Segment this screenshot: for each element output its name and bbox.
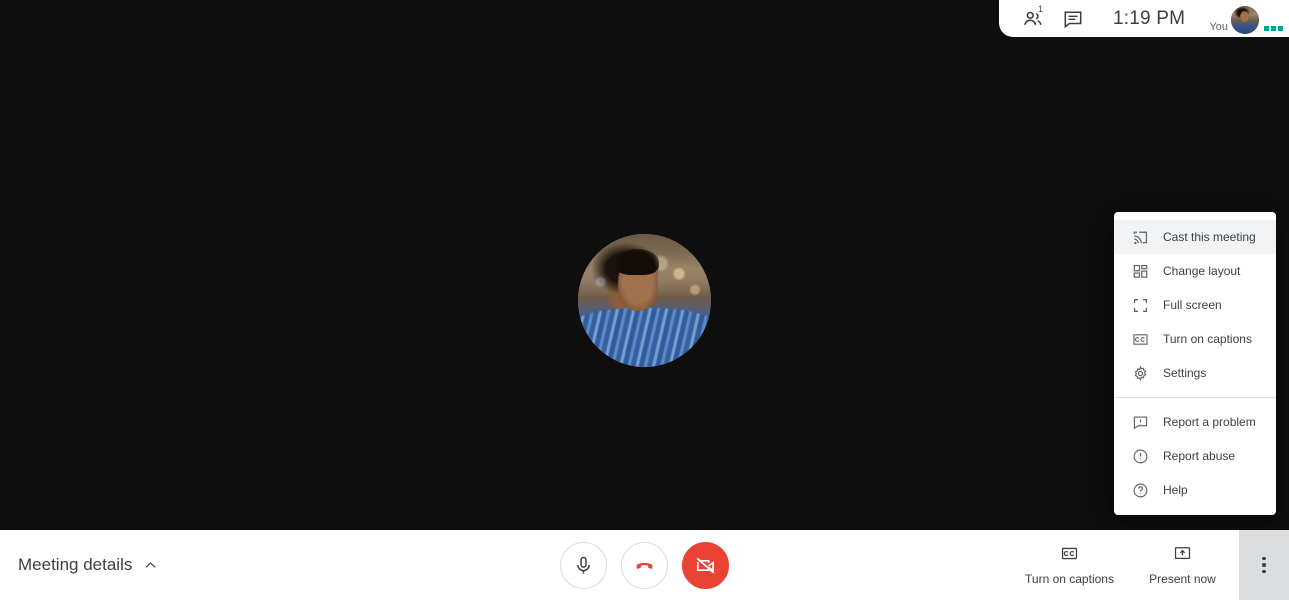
bottom-toolbar: Meeting details Turn on captions Present… — [0, 530, 1289, 600]
video-stage — [0, 0, 1289, 530]
microphone-icon — [577, 556, 590, 574]
meeting-details-button[interactable]: Meeting details — [18, 555, 159, 575]
camera-off-icon — [696, 557, 715, 573]
report-problem-icon — [1129, 413, 1151, 431]
self-avatar-face — [1239, 11, 1249, 23]
hang-up-icon — [636, 562, 653, 569]
menu-item-cast-this-meeting[interactable]: Cast this meeting — [1114, 220, 1276, 254]
gear-icon — [1129, 364, 1151, 382]
fullscreen-icon — [1129, 296, 1151, 314]
meeting-details-label: Meeting details — [18, 555, 133, 574]
menu-item-report-abuse[interactable]: Report abuse — [1114, 439, 1276, 473]
menu-item-label: Report a problem — [1163, 415, 1256, 429]
report-abuse-icon — [1129, 447, 1151, 465]
menu-item-help[interactable]: Help — [1114, 473, 1276, 507]
layout-icon — [1129, 262, 1151, 280]
present-now-button[interactable]: Present now — [1126, 530, 1239, 600]
menu-item-settings[interactable]: Settings — [1114, 356, 1276, 390]
self-label: You — [1209, 21, 1228, 33]
captions-cc-icon — [1060, 544, 1079, 566]
menu-item-label: Report abuse — [1163, 449, 1236, 463]
menu-item-full-screen[interactable]: Full screen — [1114, 288, 1276, 322]
menu-item-label: Cast this meeting — [1163, 230, 1256, 244]
menu-item-label: Turn on captions — [1163, 332, 1252, 346]
cast-icon — [1129, 228, 1151, 246]
avatar-shirt — [578, 308, 711, 367]
help-icon — [1129, 481, 1151, 499]
present-label: Present now — [1149, 572, 1216, 586]
more-options-menu: Cast this meeting Change layout Full scr… — [1114, 212, 1276, 515]
avatar-hair — [615, 248, 660, 276]
chat-icon — [1064, 10, 1082, 28]
more-options-button[interactable] — [1239, 530, 1289, 600]
participant-avatar — [578, 234, 711, 367]
participants-count-badge: 1 — [1038, 3, 1044, 14]
menu-item-turn-on-captions[interactable]: Turn on captions — [1114, 322, 1276, 356]
camera-button[interactable] — [682, 541, 729, 589]
top-bar: 1 1:19 PM You — [999, 0, 1289, 37]
self-view-cluster: You — [1209, 0, 1289, 37]
meeting-clock: 1:19 PM — [1113, 7, 1186, 29]
participants-button[interactable]: 1 — [1013, 3, 1053, 35]
turn-on-captions-button[interactable]: Turn on captions — [1013, 530, 1126, 600]
right-actions: Turn on captions Present now — [1013, 530, 1289, 600]
menu-item-report-a-problem[interactable]: Report a problem — [1114, 405, 1276, 439]
hang-up-button[interactable] — [621, 541, 668, 589]
captions-icon — [1129, 330, 1151, 348]
menu-item-label: Change layout — [1163, 264, 1241, 278]
chevron-up-icon — [142, 557, 159, 574]
menu-item-label: Settings — [1163, 366, 1207, 380]
chat-button[interactable] — [1053, 3, 1093, 35]
captions-label: Turn on captions — [1025, 572, 1114, 586]
present-screen-icon — [1173, 544, 1192, 566]
self-avatar[interactable] — [1231, 6, 1259, 34]
menu-item-label: Help — [1163, 483, 1188, 497]
menu-divider — [1114, 397, 1276, 398]
menu-item-change-layout[interactable]: Change layout — [1114, 254, 1276, 288]
mic-activity-dots-icon — [1264, 26, 1283, 37]
menu-item-label: Full screen — [1163, 298, 1222, 312]
more-vertical-icon — [1262, 556, 1266, 574]
google-meet-window: 1 1:19 PM You Cast this meeting Change l… — [0, 0, 1289, 600]
microphone-button[interactable] — [560, 541, 607, 589]
